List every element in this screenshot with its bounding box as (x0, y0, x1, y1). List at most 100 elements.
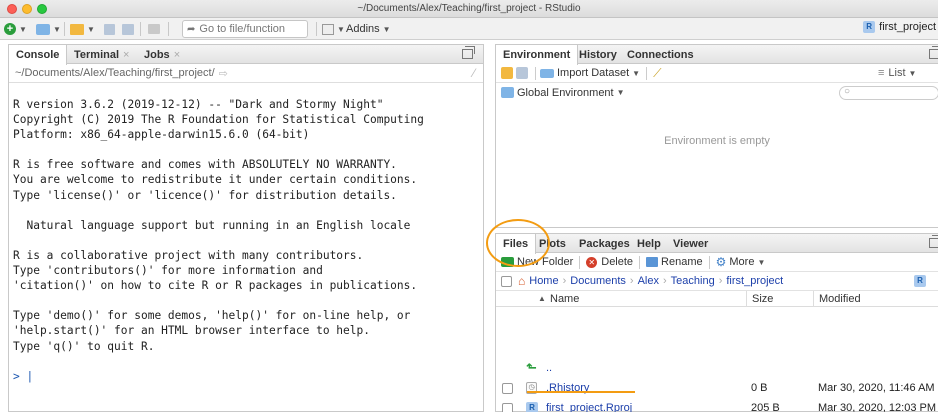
breadcrumb-teaching[interactable]: Teaching (671, 275, 715, 287)
console-line: 'help.start()' for an HTML browser inter… (13, 324, 370, 338)
tab-connections[interactable]: Connections (620, 45, 701, 64)
tab-console[interactable]: Console (9, 45, 68, 65)
save-all-icon (122, 23, 134, 35)
console-prompt[interactable]: > | (13, 369, 483, 384)
console-line: Type 'contributors()' for more informati… (13, 264, 323, 278)
tab-jobs-label: Jobs (144, 48, 170, 61)
project-menu[interactable]: R first_project (863, 21, 936, 33)
rename-button[interactable]: Rename (661, 256, 703, 268)
select-all-checkbox[interactable] (501, 275, 512, 287)
tab-terminal[interactable]: Terminal × (67, 45, 136, 64)
project-label: first_project (879, 21, 936, 33)
column-modified[interactable]: Modified (813, 290, 861, 307)
rproj-file-underline (527, 391, 635, 393)
folder-open-icon (70, 23, 84, 35)
console-line: Type 'demo()' for some demos, 'help()' f… (13, 309, 411, 323)
row-checkbox[interactable] (502, 402, 513, 412)
save-all-button[interactable] (122, 21, 134, 37)
more-button[interactable]: More (729, 256, 754, 268)
new-project-button[interactable]: ▼ (36, 21, 61, 37)
environment-icon (501, 87, 514, 98)
maximize-pane-icon[interactable] (929, 235, 938, 248)
load-workspace-icon[interactable] (501, 67, 513, 79)
go-up-link[interactable]: .. (546, 362, 552, 374)
environment-pane: Environment History Connections Import D… (495, 44, 938, 228)
chevron-down-icon: ▼ (337, 24, 345, 34)
rproj-icon[interactable]: R (914, 275, 926, 287)
column-name[interactable]: Name (550, 293, 579, 305)
chevron-down-icon: ▼ (908, 68, 917, 78)
go-to-directory-icon[interactable]: ⇨ (219, 67, 228, 80)
breadcrumb-alex[interactable]: Alex (638, 275, 659, 287)
file-modified: Mar 30, 2020, 12:03 PM (818, 402, 937, 412)
environment-scope-bar: Global Environment ▼ ○ (496, 83, 938, 102)
console-output[interactable]: R version 3.6.2 (2019-12-12) -- "Dark an… (9, 83, 483, 384)
console-line: R is a collaborative project with many c… (13, 248, 364, 262)
addins-menu[interactable]: Addins ▼ (346, 21, 391, 37)
chevron-down-icon: ▼ (757, 257, 766, 267)
files-up-row[interactable]: ⬑ .. (496, 358, 938, 378)
environment-scope-menu[interactable]: Global Environment (517, 87, 614, 99)
tab-help-label: Help (637, 237, 661, 250)
console-line: Type 'q()' to quit R. (13, 339, 155, 353)
console-line: Platform: x86_64-apple-darwin15.6.0 (64-… (13, 128, 310, 142)
rename-icon (646, 257, 659, 267)
tab-packages[interactable]: Packages (572, 234, 637, 253)
tab-help[interactable]: Help (630, 234, 668, 253)
search-icon: ○ (844, 86, 851, 97)
files-breadcrumb: ⌂ Home › Documents › Alex › Teaching › f… (496, 272, 938, 291)
file-size: 0 B (751, 382, 768, 394)
new-file-button[interactable]: + ▼ (4, 21, 27, 37)
console-path: ~/Documents/Alex/Teaching/first_project/ (15, 67, 215, 79)
files-table-header: ▲ Name Size Modified (496, 290, 938, 307)
close-icon[interactable]: × (174, 49, 180, 61)
clear-console-icon[interactable]: ⁄ (473, 66, 475, 80)
console-path-bar: ~/Documents/Alex/Teaching/first_project/… (9, 64, 483, 83)
save-icon (104, 23, 115, 35)
open-file-button[interactable]: ▼ (70, 21, 95, 37)
rproj-icon: R (863, 21, 876, 33)
tab-environment[interactable]: Environment (496, 45, 579, 65)
tab-environment-label: Environment (503, 49, 571, 61)
tab-history[interactable]: History (572, 45, 624, 64)
addins-label: Addins (346, 23, 380, 35)
project-cube-icon (36, 23, 50, 35)
breadcrumb-first-project[interactable]: first_project (726, 275, 783, 287)
file-name-link[interactable]: first_project.Rproj (546, 402, 632, 412)
tab-console-label: Console (16, 49, 60, 61)
print-button[interactable] (148, 21, 160, 37)
console-tabs: Console Terminal × Jobs × (9, 45, 483, 65)
print-icon (148, 24, 160, 34)
maximize-pane-icon[interactable] (929, 46, 938, 59)
save-workspace-icon[interactable] (516, 67, 528, 79)
files-tabs: Files Plots Packages Help Viewer (496, 234, 938, 254)
broom-icon[interactable]: ⟋ (653, 66, 661, 81)
maximize-pane-icon[interactable] (462, 46, 475, 59)
tab-jobs[interactable]: Jobs × (137, 45, 187, 64)
delete-button[interactable]: Delete (601, 256, 633, 268)
breadcrumb-documents[interactable]: Documents (570, 275, 626, 287)
rproj-icon: R (526, 402, 538, 412)
environment-search-input[interactable]: ○ (839, 86, 938, 100)
save-button[interactable] (104, 21, 115, 37)
grid-layout-button[interactable]: ▼ (322, 21, 345, 37)
list-view-menu[interactable]: ≡ List ▼ (878, 67, 916, 79)
breadcrumb-home[interactable]: Home (529, 275, 558, 287)
import-dataset-icon (540, 68, 554, 78)
goto-file-input[interactable]: ➦ Go to file/function (182, 20, 308, 38)
chevron-down-icon: ▼ (632, 68, 641, 78)
files-toolbar: New Folder ✕ Delete Rename ⚙ More ▼ (496, 253, 938, 272)
files-tab-highlight-circle (486, 219, 550, 267)
close-icon[interactable]: × (123, 49, 129, 61)
import-dataset-button[interactable]: Import Dataset (557, 67, 629, 79)
file-modified: Mar 30, 2020, 11:46 AM (818, 382, 935, 394)
column-size[interactable]: Size (746, 290, 773, 307)
tab-viewer[interactable]: Viewer (666, 234, 715, 253)
table-row: R first_project.Rproj 205 B Mar 30, 2020… (496, 398, 938, 412)
window-title: ~/Documents/Alex/Teaching/first_project … (357, 3, 581, 14)
go-up-icon: ⬑ (526, 360, 537, 375)
row-checkbox[interactable] (502, 382, 513, 394)
